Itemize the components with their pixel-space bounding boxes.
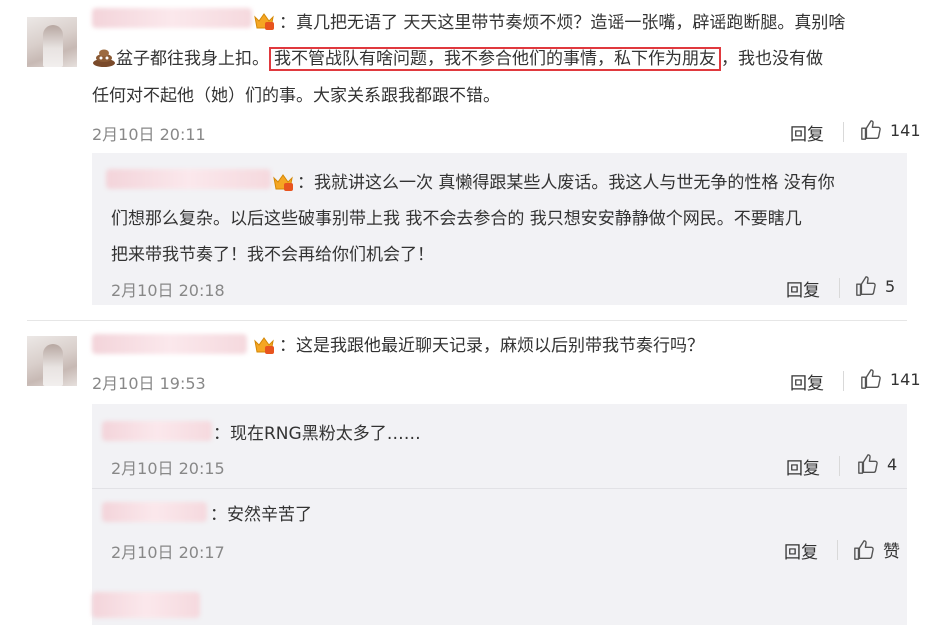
divider: [837, 540, 838, 560]
divider: [92, 488, 907, 489]
comment-text: ：这是我跟他最近聊天记录，麻烦以后别带我节奏行吗？: [279, 336, 704, 356]
username-blurred[interactable]: [92, 592, 200, 618]
like-button[interactable]: 141: [860, 368, 921, 390]
avatar[interactable]: [27, 17, 77, 67]
comment-text-line2: 盆子都往我身上扣。 我不管战队有啥问题，我不参合他们的事情，私下作为朋友 ，我也没有…: [92, 43, 823, 75]
username-blurred[interactable]: [102, 421, 212, 441]
reply-time: 2月10日 20:18: [111, 281, 225, 300]
poop-emoji-icon: [93, 49, 115, 67]
reply-text: ：安然辛苦了: [210, 505, 312, 525]
username-blurred[interactable]: [92, 334, 247, 354]
like-count: 141: [890, 120, 921, 140]
replies-box: ：我就讲这么一次 真懒得跟某些人废话。我这人与世无争的性格 没有你 们想那么复杂…: [92, 153, 907, 305]
replies-box: ：现在RNG黑粉太多了…… 2月10日 20:15 回复 4 ：安然辛苦了 2月…: [92, 404, 907, 625]
crown-badge-icon: [254, 337, 274, 354]
avatar[interactable]: [27, 336, 77, 386]
thumb-up-icon: [854, 539, 874, 560]
comment-time: 2月10日 20:11: [92, 125, 206, 144]
like-label: 赞: [883, 542, 900, 562]
thumb-up-icon: [861, 120, 881, 140]
like-button[interactable]: 141: [860, 119, 921, 141]
reply-text-line2: 们想那么复杂。以后这些破事别带上我 我不会去参合的 我只想安安静静做个网民。不要…: [111, 209, 802, 229]
crown-badge-icon: [254, 13, 274, 30]
divider: [843, 371, 844, 391]
thumb-up-icon: [856, 276, 876, 296]
crown-badge-icon: [273, 174, 293, 191]
thumb-up-icon: [861, 369, 881, 389]
like-button[interactable]: 赞: [853, 537, 900, 562]
reply-text-line3: 把来带我节奏了！我不会再给你们机会了！: [111, 245, 434, 265]
like-button[interactable]: 4: [857, 453, 897, 475]
reply-time: 2月10日 20:15: [111, 459, 225, 478]
divider: [843, 122, 844, 142]
username-blurred[interactable]: [92, 8, 252, 28]
reply-text: ：我就讲这么一次 真懒得跟某些人废话。我这人与世无争的性格 没有你: [297, 173, 835, 193]
like-button[interactable]: 5: [855, 275, 895, 297]
reply-text: ：现在RNG黑粉太多了……: [213, 424, 421, 444]
highlighted-text: 我不管战队有啥问题，我不参合他们的事情，私下作为朋友: [269, 47, 721, 71]
thumb-up-icon: [858, 454, 878, 474]
comment-time: 2月10日 19:53: [92, 374, 206, 393]
username-blurred[interactable]: [106, 169, 271, 189]
reply-button[interactable]: 回复: [786, 276, 820, 301]
divider: [839, 278, 840, 298]
reply-button[interactable]: 回复: [790, 120, 824, 145]
comment-text-line3: 任何对不起他（她）们的事。大家关系跟我都跟不错。: [92, 86, 500, 106]
username-blurred[interactable]: [102, 502, 207, 522]
comment-text: ：真几把无语了 天天这里带节奏烦不烦？造谣一张嘴，辟谣跑断腿。真别啥: [279, 13, 846, 33]
divider: [839, 456, 840, 476]
like-count: 5: [885, 276, 896, 296]
reply-button[interactable]: 回复: [784, 538, 818, 563]
like-count: 4: [887, 454, 898, 474]
reply-time: 2月10日 20:17: [111, 543, 225, 562]
reply-button[interactable]: 回复: [790, 369, 824, 394]
reply-button[interactable]: 回复: [786, 454, 820, 479]
like-count: 141: [890, 369, 921, 389]
divider: [27, 320, 907, 321]
